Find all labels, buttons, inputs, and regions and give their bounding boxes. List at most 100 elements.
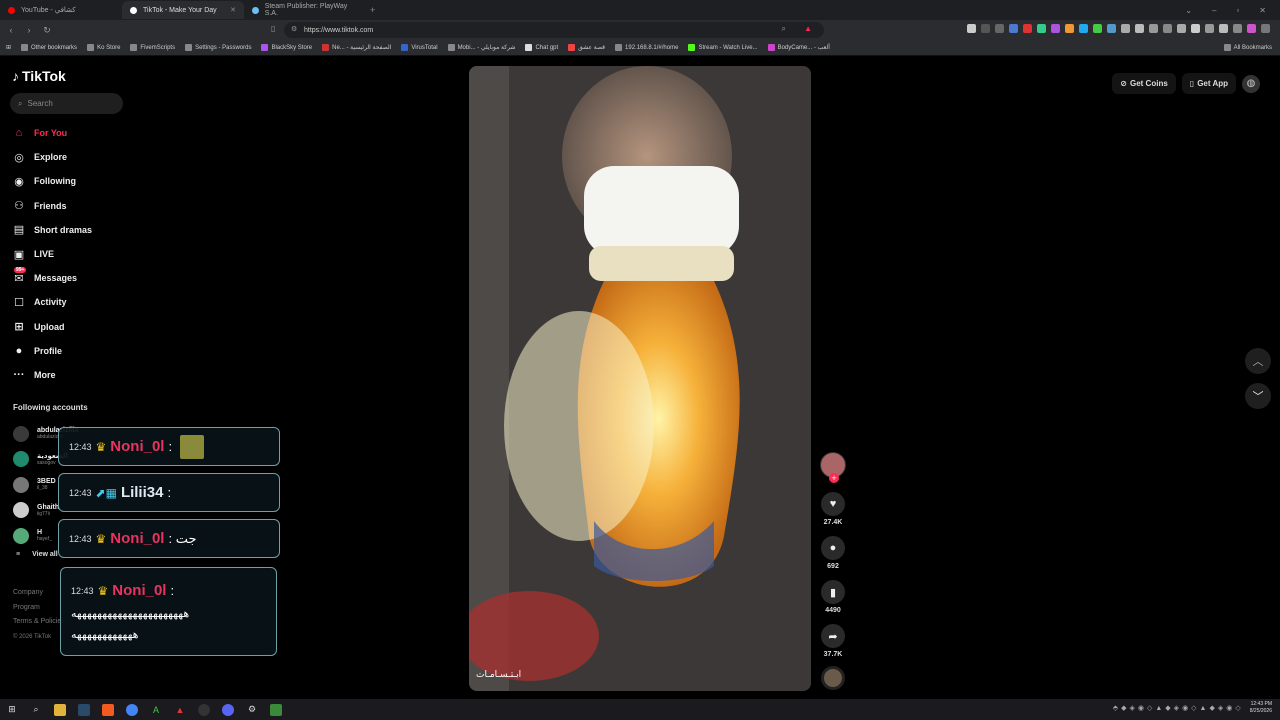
new-tab-button[interactable]: + bbox=[370, 5, 375, 15]
minimize-button[interactable]: – bbox=[1212, 6, 1216, 15]
next-video-button[interactable]: ﹀ bbox=[1245, 383, 1271, 409]
bookmark-item[interactable]: FivemScripts bbox=[130, 44, 175, 51]
avatar bbox=[13, 476, 29, 493]
footer-link-terms[interactable]: Terms & Policies bbox=[13, 615, 65, 630]
share-button[interactable]: ➦ bbox=[821, 624, 845, 648]
bookmark-item[interactable]: Settings - Passwords bbox=[185, 44, 251, 51]
user-avatar[interactable]: ◍ bbox=[1242, 74, 1260, 93]
steam-icon[interactable] bbox=[78, 703, 90, 716]
chrome-icon[interactable] bbox=[126, 703, 138, 716]
windows-start-icon[interactable]: ⊞ bbox=[6, 704, 18, 716]
back-icon[interactable]: ‹ bbox=[4, 25, 18, 35]
apps-icon[interactable]: ⊞ bbox=[6, 44, 11, 51]
nav-short-dramas[interactable]: ▤ Short dramas bbox=[12, 218, 92, 242]
video-player[interactable] bbox=[469, 66, 811, 691]
footer-link-program[interactable]: Program bbox=[13, 601, 65, 616]
nav-profile[interactable]: ● Profile bbox=[12, 339, 92, 363]
extension-icon[interactable] bbox=[1051, 24, 1060, 33]
app-icon[interactable]: A bbox=[150, 704, 162, 716]
extension-icon[interactable] bbox=[1247, 24, 1256, 33]
extension-icon[interactable] bbox=[1219, 24, 1228, 33]
music-disc[interactable] bbox=[821, 666, 845, 690]
zoom-icon[interactable]: ⌕ bbox=[782, 24, 786, 34]
bookmark-item[interactable]: 192.168.8.1/#/home bbox=[615, 44, 678, 51]
extension-icon[interactable] bbox=[1065, 24, 1074, 33]
extension-icon[interactable] bbox=[1163, 24, 1172, 33]
bookmark-item[interactable]: Chat gpt bbox=[525, 44, 558, 51]
extension-icon[interactable] bbox=[981, 24, 990, 33]
footer-link-company[interactable]: Company bbox=[13, 586, 65, 601]
extension-icon[interactable] bbox=[1093, 24, 1102, 33]
creator-avatar[interactable]: + bbox=[820, 452, 846, 483]
nav-friends[interactable]: ⚇ Friends bbox=[12, 194, 92, 218]
extension-icon[interactable] bbox=[1037, 24, 1046, 33]
site-info-icon[interactable]: ⚙ bbox=[291, 25, 297, 33]
extension-icon[interactable] bbox=[1233, 24, 1242, 33]
follow-plus-icon[interactable]: + bbox=[829, 473, 839, 483]
tray-icons[interactable]: ⬘◆◈◉◇▲◆◈◉◇▲◆◈◉◇ bbox=[1113, 704, 1244, 712]
extension-icon[interactable] bbox=[1107, 24, 1116, 33]
extension-icon[interactable] bbox=[1009, 24, 1018, 33]
bookmark-item[interactable]: Other bookmarks bbox=[21, 44, 77, 51]
tab-youtube[interactable]: YouTube - كشافي bbox=[0, 1, 122, 19]
close-tab-icon[interactable]: ✕ bbox=[230, 6, 236, 14]
extension-icon[interactable] bbox=[967, 24, 976, 33]
nav-activity[interactable]: ☐ Activity bbox=[12, 290, 92, 314]
app-icon[interactable] bbox=[270, 703, 282, 716]
folder-icon bbox=[1223, 44, 1231, 51]
previous-video-button[interactable]: ︿ bbox=[1245, 348, 1271, 374]
bookmark-item[interactable]: BlackSky Store bbox=[261, 44, 312, 51]
extension-icon[interactable] bbox=[995, 24, 1004, 33]
tab-steam[interactable]: Steam Publisher: PlayWay S.A. bbox=[244, 1, 366, 19]
extension-icon[interactable] bbox=[1149, 24, 1158, 33]
discord-icon[interactable] bbox=[222, 703, 234, 716]
tab-search-icon[interactable]: ⌄ bbox=[1185, 6, 1192, 15]
url-field[interactable]: ⚙ https://www.tiktok.com ⌕ ▲ bbox=[284, 22, 824, 38]
save-button[interactable]: ▮ bbox=[821, 580, 845, 604]
list-icon: ≡ bbox=[16, 550, 21, 558]
extension-icon[interactable] bbox=[1177, 24, 1186, 33]
bookmark-item[interactable]: قصة عشق bbox=[568, 44, 605, 51]
menu-icon[interactable] bbox=[1261, 24, 1270, 33]
nav-following[interactable]: ◉ Following bbox=[12, 169, 92, 193]
tab-tiktok[interactable]: TikTok - Make Your Day ✕ bbox=[122, 1, 244, 19]
tiktok-logo[interactable]: ♪ TikTok bbox=[12, 68, 66, 84]
bookmark-icon[interactable]: ▯ bbox=[271, 24, 275, 33]
get-app-button[interactable]: ▯ Get App bbox=[1181, 73, 1236, 94]
all-bookmarks[interactable]: All Bookmarks bbox=[1223, 44, 1280, 51]
nav-messages[interactable]: ✉ 99+ Messages bbox=[12, 266, 92, 290]
bookmark-item[interactable]: Ko Store bbox=[87, 44, 120, 51]
extension-icon[interactable] bbox=[1023, 24, 1032, 33]
like-button[interactable]: ♥ bbox=[821, 492, 845, 516]
nav-for-you[interactable]: ⌂ For You bbox=[12, 121, 92, 145]
file-explorer-icon[interactable] bbox=[54, 703, 66, 716]
bookmark-item[interactable]: BodyCame... - ألعب bbox=[767, 44, 830, 51]
extension-icon[interactable] bbox=[1135, 24, 1144, 33]
brave-shield-icon[interactable]: ▲ bbox=[804, 24, 812, 33]
nav-explore[interactable]: ◎ Explore bbox=[12, 145, 92, 169]
obs-icon[interactable] bbox=[198, 703, 210, 716]
reload-icon[interactable]: ↻ bbox=[40, 25, 54, 36]
maximize-button[interactable]: ▫ bbox=[1236, 6, 1239, 15]
settings-icon[interactable]: ⚙ bbox=[246, 704, 258, 716]
get-coins-button[interactable]: ⊘ Get Coins bbox=[1112, 73, 1176, 94]
comment-button[interactable]: ● bbox=[821, 536, 845, 560]
bookmark-item[interactable]: Ne... - الصفحة الرئيسية bbox=[322, 44, 391, 51]
extension-icon[interactable] bbox=[1191, 24, 1200, 33]
search-input[interactable]: ⌕ Search bbox=[10, 93, 123, 114]
brave-icon[interactable] bbox=[102, 703, 114, 716]
forward-icon[interactable]: › bbox=[22, 25, 36, 35]
bookmark-item[interactable]: Mobi... - شركة موبايلي bbox=[447, 44, 515, 51]
bookmark-item[interactable]: VirusTotal bbox=[401, 44, 438, 51]
adobe-icon[interactable]: ▲ bbox=[174, 704, 186, 716]
extension-icon[interactable] bbox=[1205, 24, 1214, 33]
search-icon[interactable]: ⌕ bbox=[30, 704, 42, 716]
nav-live[interactable]: ▣ LIVE bbox=[12, 242, 92, 266]
extension-icon[interactable] bbox=[1079, 24, 1088, 33]
close-window-button[interactable]: ✕ bbox=[1259, 6, 1266, 15]
bookmark-item[interactable]: Stream - Watch Live... bbox=[688, 44, 758, 51]
extension-icon[interactable] bbox=[1121, 24, 1130, 33]
nav-more[interactable]: ··· More bbox=[12, 363, 92, 387]
system-clock[interactable]: 12:43 PM 8/25/2026 bbox=[1250, 701, 1272, 715]
nav-upload[interactable]: ⊞ Upload bbox=[12, 315, 92, 339]
